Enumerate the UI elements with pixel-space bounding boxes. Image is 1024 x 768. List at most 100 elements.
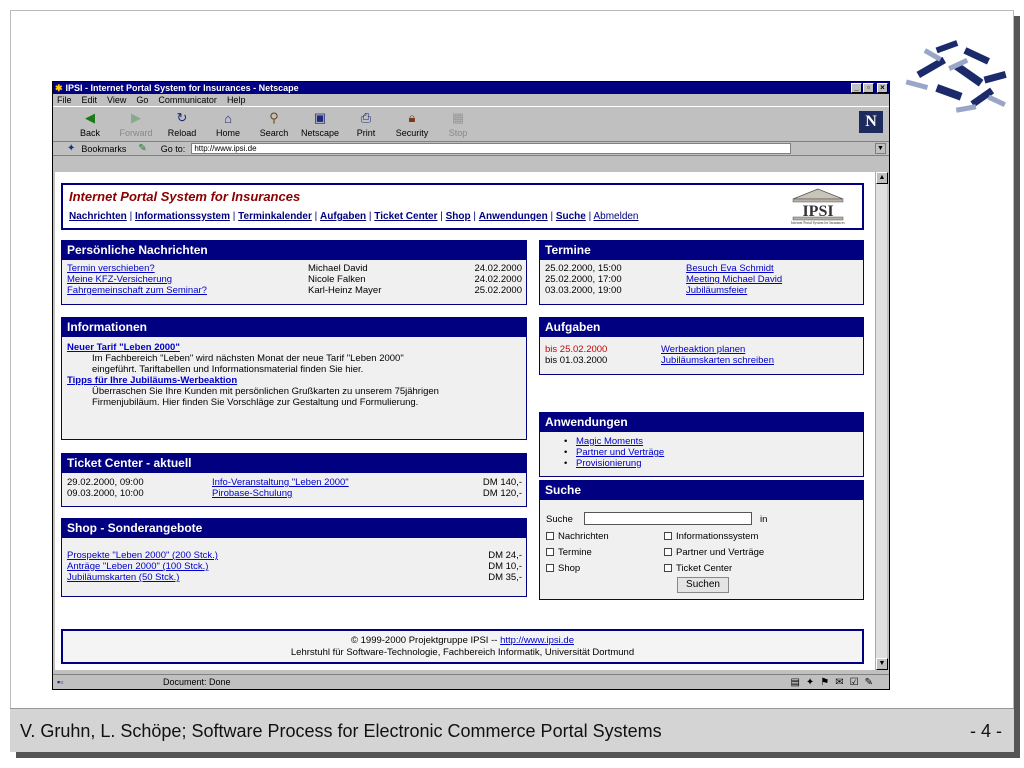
status-text: Document: Done bbox=[163, 677, 231, 687]
option-ticket-center[interactable]: Ticket Center bbox=[664, 563, 732, 574]
option-partner[interactable]: Partner und Verträge bbox=[664, 547, 764, 558]
termin-date: 25.02.2000, 17:00 bbox=[545, 274, 622, 285]
checkbox[interactable] bbox=[664, 548, 672, 556]
message-subject[interactable]: Termin verschieben? bbox=[67, 263, 155, 274]
slide-footer-text: V. Gruhn, L. Schöpe; Software Process fo… bbox=[20, 721, 662, 741]
portal-header: Internet Portal System for Insurances Na… bbox=[61, 183, 864, 230]
menu-edit[interactable]: Edit bbox=[82, 95, 98, 105]
footer-affiliation: Lehrstuhl für Software-Technologie, Fach… bbox=[290, 647, 635, 658]
ipsi-logo-icon: IPSI Internet Portal System for Insuranc… bbox=[791, 188, 845, 225]
option-shop[interactable]: Shop bbox=[546, 563, 580, 574]
security-button[interactable]: 🔒︎ Security bbox=[389, 110, 435, 141]
nachrichten-header: Persönliche Nachrichten bbox=[62, 241, 526, 260]
termin-title[interactable]: Besuch Eva Schmidt bbox=[686, 263, 774, 274]
menu-file[interactable]: File bbox=[57, 95, 72, 105]
search-input[interactable] bbox=[584, 512, 752, 525]
shop-item[interactable]: Anträge "Leben 2000" (100 Stck.) bbox=[67, 561, 208, 572]
minimize-button[interactable]: _ bbox=[851, 83, 862, 93]
url-field[interactable]: http://www.ipsi.de bbox=[191, 143, 792, 154]
anwendung-link[interactable]: Provisionierung bbox=[576, 458, 641, 469]
back-button[interactable]: ◀ Back bbox=[67, 110, 113, 141]
stop-button[interactable]: ▦ Stop bbox=[435, 110, 481, 141]
url-dropdown-icon[interactable]: ▼ bbox=[875, 143, 886, 154]
scroll-down-icon[interactable]: ▼ bbox=[876, 658, 888, 670]
stop-icon: ▦ bbox=[451, 110, 465, 125]
menu-help[interactable]: Help bbox=[227, 95, 246, 105]
checkbox[interactable] bbox=[664, 532, 672, 540]
checkbox[interactable] bbox=[664, 564, 672, 572]
aufgabe-task[interactable]: Jubiläumskarten schreiben bbox=[661, 355, 774, 366]
shop-item[interactable]: Jubiläumskarten (50 Stck.) bbox=[67, 572, 179, 583]
termin-title[interactable]: Meeting Michael David bbox=[686, 274, 782, 285]
location-bar: ✦ Bookmarks ✎ Go to: http://www.ipsi.de … bbox=[53, 142, 889, 156]
nav-anwendungen[interactable]: Anwendungen bbox=[479, 211, 548, 222]
netscape-app-icon: ✱ bbox=[55, 82, 63, 93]
print-label: Print bbox=[356, 128, 376, 138]
shop-item[interactable]: Prospekte "Leben 2000" (200 Stck.) bbox=[67, 550, 218, 561]
goto-label: Go to: bbox=[160, 143, 186, 154]
footer-link[interactable]: http://www.ipsi.de bbox=[500, 635, 574, 646]
nav-aufgaben[interactable]: Aufgaben bbox=[320, 211, 366, 222]
slide-footer: V. Gruhn, L. Schöpe; Software Process fo… bbox=[10, 708, 1014, 752]
ticket-event[interactable]: Info-Veranstaltung "Leben 2000" bbox=[212, 477, 349, 488]
netscape-button[interactable]: ▣ Netscape bbox=[297, 110, 343, 141]
aufgabe-task[interactable]: Werbeaktion planen bbox=[661, 344, 745, 355]
option-informationssystem[interactable]: Informationssystem bbox=[664, 531, 758, 542]
ticket-event[interactable]: Pirobase-Schulung bbox=[212, 488, 292, 499]
close-button[interactable]: × bbox=[877, 83, 888, 93]
termin-date: 03.03.2000, 19:00 bbox=[545, 285, 622, 296]
suchen-button[interactable]: Suchen bbox=[677, 577, 729, 593]
menu-communicator[interactable]: Communicator bbox=[158, 95, 217, 105]
message-subject[interactable]: Meine KFZ-Versicherung bbox=[67, 274, 172, 285]
page-footer: © 1999-2000 Projektgruppe IPSI -- http:/… bbox=[61, 629, 864, 664]
print-icon: ⎙ bbox=[360, 110, 372, 125]
home-icon: ⌂ bbox=[224, 110, 232, 126]
reload-button[interactable]: ↻ Reload bbox=[159, 110, 205, 141]
menu-view[interactable]: View bbox=[107, 95, 126, 105]
forward-button[interactable]: ▶ Forward bbox=[113, 110, 159, 141]
info-title[interactable]: Neuer Tarif "Leben 2000" bbox=[67, 342, 180, 353]
status-bar: ▪▫ Document: Done ▤✦⚑✉☑✎ bbox=[53, 674, 889, 689]
nav-shop[interactable]: Shop bbox=[446, 211, 471, 222]
scroll-up-icon[interactable]: ▲ bbox=[876, 172, 888, 184]
checkbox[interactable] bbox=[546, 564, 554, 572]
print-button[interactable]: ⎙ Print bbox=[343, 110, 389, 141]
home-button[interactable]: ⌂ Home bbox=[205, 110, 251, 141]
checkbox[interactable] bbox=[546, 532, 554, 540]
info-title[interactable]: Tipps für Ihre Jubiläums-Werbeaktion bbox=[67, 375, 237, 386]
reload-icon: ↻ bbox=[176, 110, 188, 125]
aufgaben-header: Aufgaben bbox=[540, 318, 863, 337]
termine-header: Termine bbox=[540, 241, 863, 260]
search-button[interactable]: ⚲ Search bbox=[251, 110, 297, 141]
location-icon: ✎ bbox=[138, 143, 147, 154]
nav-suche[interactable]: Suche bbox=[556, 211, 586, 222]
nav-informationssystem[interactable]: Informationssystem bbox=[135, 211, 230, 222]
menu-bar: File Edit View Go Communicator Help bbox=[53, 94, 889, 106]
suche-box: Suche Suche in Nachrichten Informationss… bbox=[539, 480, 864, 600]
bookmarks-button[interactable]: Bookmarks bbox=[81, 144, 126, 154]
message-from: Michael David bbox=[308, 263, 368, 274]
termin-title[interactable]: Jubiläumsfeier bbox=[686, 285, 747, 296]
option-termine[interactable]: Termine bbox=[546, 547, 592, 558]
nav-abmelden[interactable]: Abmelden bbox=[593, 211, 638, 222]
anwendung-link[interactable]: Partner und Verträge bbox=[576, 447, 664, 458]
message-subject[interactable]: Fahrgemeinschaft zum Seminar? bbox=[67, 285, 207, 296]
nav-nachrichten[interactable]: Nachrichten bbox=[69, 211, 127, 222]
ticket-date: 29.02.2000, 09:00 bbox=[67, 477, 144, 488]
maximize-button[interactable]: ▫ bbox=[863, 83, 874, 93]
reload-label: Reload bbox=[167, 128, 197, 138]
nav-terminkalender[interactable]: Terminkalender bbox=[238, 211, 312, 222]
vertical-scrollbar[interactable]: ▲ ▼ bbox=[875, 172, 888, 670]
menu-go[interactable]: Go bbox=[136, 95, 148, 105]
component-bar-icons: ▤✦⚑✉☑✎ bbox=[790, 676, 879, 688]
anwendungen-header: Anwendungen bbox=[540, 413, 863, 432]
termin-date: 25.02.2000, 15:00 bbox=[545, 263, 622, 274]
bullet-icon: • bbox=[564, 458, 568, 469]
option-label: Shop bbox=[558, 563, 581, 574]
anwendung-link[interactable]: Magic Moments bbox=[576, 436, 643, 447]
option-nachrichten[interactable]: Nachrichten bbox=[546, 531, 609, 542]
option-label: Partner und Verträge bbox=[676, 547, 765, 558]
nav-ticket-center[interactable]: Ticket Center bbox=[374, 211, 437, 222]
checkbox[interactable] bbox=[546, 548, 554, 556]
shop-price: DM 10,- bbox=[488, 561, 522, 572]
